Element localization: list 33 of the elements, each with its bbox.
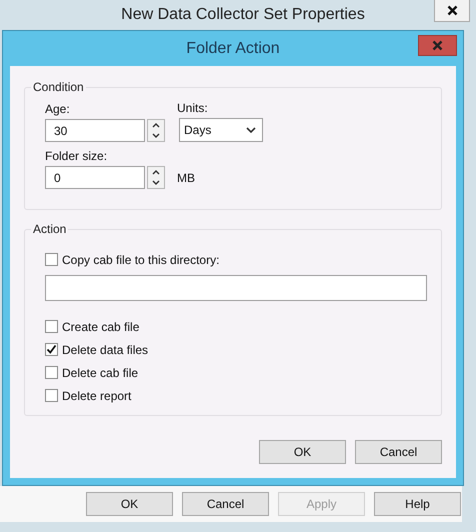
window-button[interactable]: Help	[374, 492, 461, 516]
window-title: New Data Collector Set Properties	[121, 6, 365, 24]
field-label: Units:	[177, 101, 209, 115]
close-icon	[446, 5, 458, 16]
checkbox-label: Copy cab file to this directory:	[62, 252, 220, 266]
checkbox-label: Create cab file	[62, 320, 140, 334]
group-label: Condition	[32, 80, 85, 94]
checkbox-label: Delete data files	[62, 342, 148, 356]
unit-label: MB	[177, 170, 195, 184]
spin-button[interactable]	[147, 166, 165, 189]
checkbox-label: Delete cab file	[62, 366, 138, 380]
checkbox-label: Delete report	[62, 388, 132, 402]
group-label: Action	[32, 222, 68, 236]
checkbox[interactable]	[45, 343, 58, 356]
dialog-title: Folder Action	[186, 40, 280, 58]
field-label: Folder size:	[45, 149, 108, 163]
dialog-button[interactable]: OK	[259, 440, 346, 464]
age-field[interactable]: 30	[45, 119, 145, 142]
window-button[interactable]: OK	[86, 492, 173, 516]
units-dropdown[interactable]: Days	[179, 118, 263, 142]
checkbox[interactable]	[45, 366, 58, 379]
close-icon	[432, 40, 443, 51]
dialog-button[interactable]: Cancel	[355, 440, 442, 464]
checkbox[interactable]	[45, 320, 58, 333]
checkbox[interactable]	[45, 253, 58, 266]
chevron-down-icon	[246, 127, 256, 133]
window-button[interactable]: Cancel	[182, 492, 269, 516]
folder-size-field[interactable]: 0	[45, 166, 145, 189]
directory-field[interactable]	[45, 275, 427, 301]
close-button[interactable]	[434, 0, 470, 22]
spin-button[interactable]	[147, 119, 165, 142]
field-label: Age:	[45, 102, 71, 116]
checkbox[interactable]	[45, 389, 58, 402]
